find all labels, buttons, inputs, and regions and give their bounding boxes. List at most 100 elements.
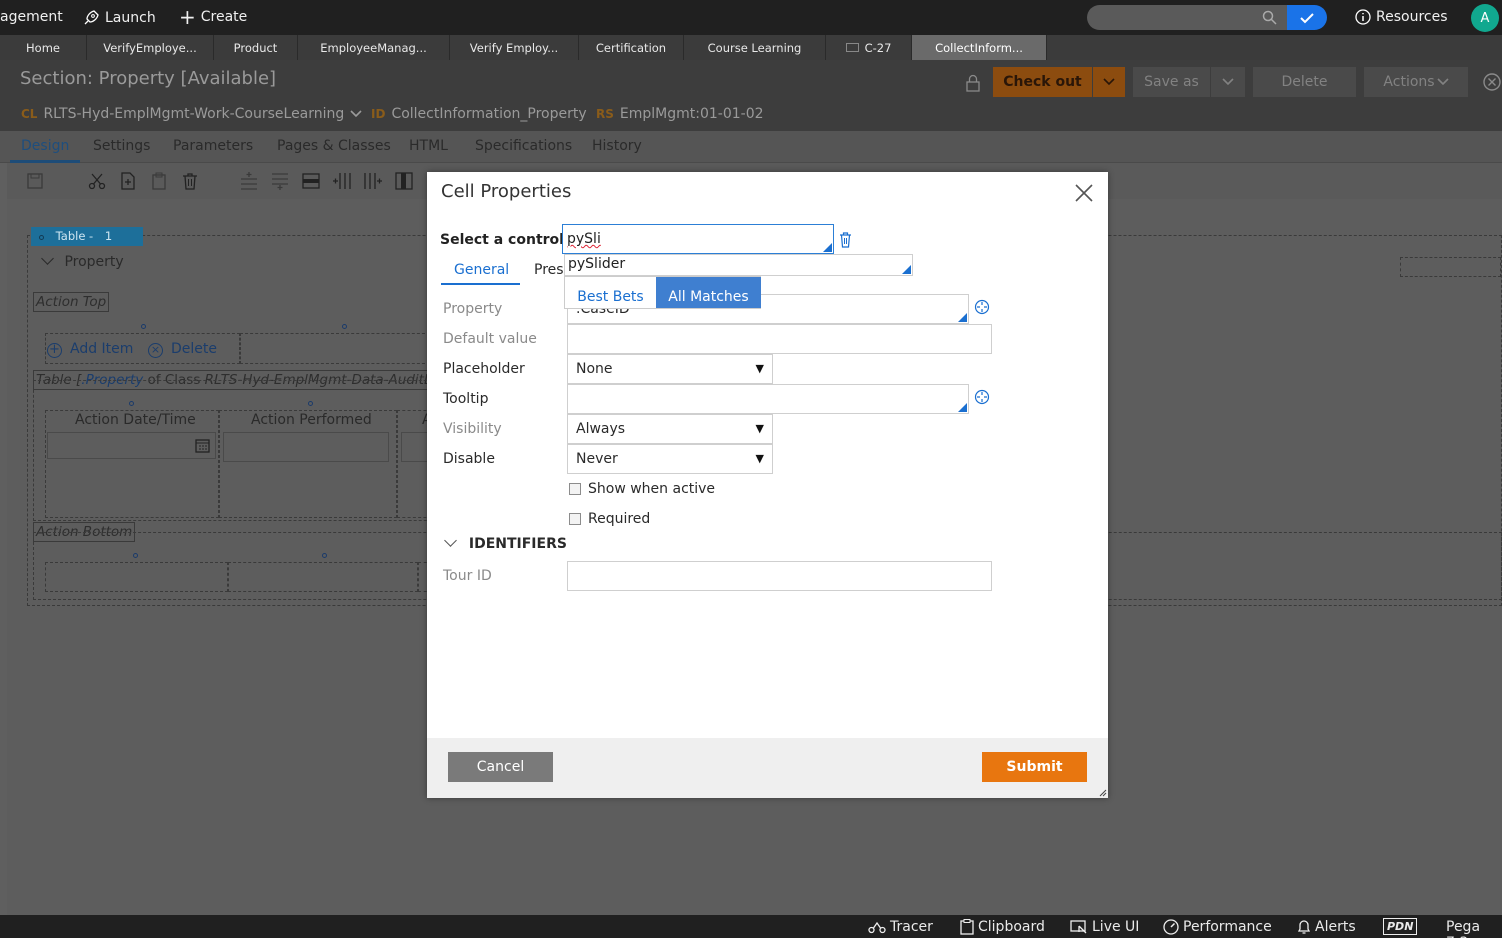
disable-select[interactable]: Never ▼ bbox=[567, 444, 773, 474]
save-icon[interactable] bbox=[25, 171, 45, 191]
date-time-field[interactable] bbox=[47, 432, 216, 459]
drop-point[interactable] bbox=[342, 324, 347, 329]
drop-point[interactable] bbox=[322, 553, 327, 558]
default-value-input[interactable] bbox=[567, 324, 992, 354]
check-out-button[interactable]: Check out bbox=[993, 67, 1092, 97]
visibility-select[interactable]: Always ▼ bbox=[567, 414, 773, 444]
tour-id-label: Tour ID bbox=[443, 568, 492, 584]
tab-html[interactable]: HTML bbox=[409, 138, 448, 154]
table-badge[interactable]: Table - 1 bbox=[31, 227, 143, 246]
delete-button[interactable]: Delete bbox=[1253, 67, 1356, 97]
tab-parameters[interactable]: Parameters bbox=[173, 138, 253, 154]
app-name-label[interactable]: agement bbox=[0, 9, 63, 25]
trash-icon[interactable] bbox=[838, 231, 853, 248]
drop-point[interactable] bbox=[133, 553, 138, 558]
chevron-down-icon bbox=[1103, 78, 1115, 86]
performance-button[interactable]: Performance bbox=[1163, 919, 1272, 935]
drop-point[interactable] bbox=[308, 401, 313, 406]
table-badge-label: Table - bbox=[55, 229, 94, 243]
resize-grip-icon[interactable] bbox=[1098, 788, 1107, 797]
action-bottom-cell-2[interactable] bbox=[228, 562, 418, 592]
autocomplete-suggestion[interactable]: pySlider bbox=[564, 254, 913, 276]
tab-presentation[interactable]: Pres bbox=[534, 262, 564, 278]
alerts-button[interactable]: Alerts bbox=[1297, 919, 1356, 935]
chevron-down-icon bbox=[1222, 78, 1234, 86]
calendar-icon[interactable] bbox=[195, 438, 210, 453]
rule-header: Section: Property [Available] Check out … bbox=[0, 60, 1502, 131]
tooltip-input[interactable] bbox=[567, 384, 969, 414]
search-input[interactable] bbox=[1087, 5, 1287, 30]
tab-history[interactable]: History bbox=[592, 138, 642, 154]
tab-certification[interactable]: Certification bbox=[579, 35, 684, 60]
select-control-input[interactable]: pySli bbox=[562, 224, 834, 254]
action-bottom-cell-1[interactable] bbox=[45, 562, 228, 592]
resources-menu[interactable]: Resources bbox=[1355, 9, 1448, 25]
tab-verify-employee[interactable]: Verify Employ... bbox=[450, 35, 579, 60]
delete-row-icon[interactable] bbox=[301, 171, 321, 191]
cl-tag: CL bbox=[21, 107, 38, 121]
default-value-label: Default value bbox=[443, 331, 537, 347]
insert-column-left-icon[interactable] bbox=[332, 171, 352, 191]
placeholder-select[interactable]: None ▼ bbox=[567, 354, 773, 384]
suggestion-label: pySlider bbox=[568, 256, 626, 272]
tab-product[interactable]: Product bbox=[214, 35, 298, 60]
live-ui-button[interactable]: Live UI bbox=[1070, 919, 1139, 935]
save-as-dropdown[interactable] bbox=[1211, 67, 1245, 97]
avatar[interactable]: A bbox=[1471, 4, 1499, 32]
drop-point[interactable] bbox=[129, 401, 134, 406]
id-tag: ID bbox=[371, 107, 386, 121]
cut-icon[interactable] bbox=[87, 171, 107, 191]
show-when-active-checkbox[interactable] bbox=[569, 483, 581, 495]
tab-settings[interactable]: Settings bbox=[93, 138, 150, 154]
paste-icon[interactable] bbox=[149, 171, 169, 191]
empty-cell[interactable] bbox=[1400, 257, 1501, 277]
close-icon[interactable] bbox=[1072, 181, 1096, 205]
drop-point[interactable] bbox=[141, 324, 146, 329]
actions-button[interactable]: Actions bbox=[1364, 67, 1468, 97]
cancel-button[interactable]: Cancel bbox=[448, 752, 553, 782]
tab-verifyemployee[interactable]: VerifyEmploye... bbox=[87, 35, 214, 60]
tab-specifications[interactable]: Specifications bbox=[475, 138, 572, 154]
trash-icon[interactable] bbox=[180, 171, 200, 191]
action-top-cell-2[interactable] bbox=[240, 333, 430, 364]
clipboard-button[interactable]: Clipboard bbox=[960, 919, 1045, 935]
required-checkbox[interactable] bbox=[569, 513, 581, 525]
chevron-down-icon[interactable] bbox=[350, 110, 362, 118]
tab-collectinformation[interactable]: CollectInform... bbox=[912, 35, 1047, 60]
tab-employeemanagement[interactable]: EmployeeManag... bbox=[298, 35, 450, 60]
tour-id-input[interactable] bbox=[567, 561, 992, 591]
crosshair-icon[interactable] bbox=[974, 389, 990, 405]
submit-button[interactable]: Submit bbox=[982, 752, 1087, 782]
action-performed-field[interactable] bbox=[223, 432, 389, 462]
class-name[interactable]: RLTS-Hyd-EmplMgmt-Work-CourseLearning bbox=[43, 106, 344, 122]
tab-pages-classes[interactable]: Pages & Classes bbox=[277, 138, 391, 154]
create-menu[interactable]: + Create bbox=[179, 7, 247, 27]
launch-menu[interactable]: Launch bbox=[82, 9, 156, 27]
crosshair-icon[interactable] bbox=[974, 299, 990, 315]
save-as-button[interactable]: Save as bbox=[1133, 67, 1210, 97]
ruleset-version[interactable]: EmplMgmt:01-01-02 bbox=[620, 106, 764, 122]
close-rule-icon[interactable] bbox=[1482, 72, 1502, 92]
add-item-link[interactable]: + Add Item bbox=[47, 341, 133, 358]
tab-design[interactable]: Design bbox=[21, 138, 69, 154]
tab-home[interactable]: Home bbox=[0, 35, 87, 60]
identifiers-section-header[interactable]: IDENTIFIERS bbox=[443, 534, 567, 552]
tab-all-matches[interactable]: All Matches bbox=[656, 277, 761, 308]
delete-column-icon[interactable] bbox=[394, 171, 414, 191]
tab-course-learning[interactable]: Course Learning bbox=[684, 35, 826, 60]
search-submit-button[interactable] bbox=[1287, 5, 1327, 30]
delete-item-link[interactable]: × Delete bbox=[148, 341, 217, 358]
property-header[interactable]: Property bbox=[41, 252, 124, 270]
insert-row-above-icon[interactable] bbox=[239, 171, 259, 191]
rocket-icon bbox=[84, 10, 99, 25]
tab-general[interactable]: General bbox=[454, 262, 509, 278]
tracer-button[interactable]: Tracer bbox=[868, 919, 933, 935]
tab-best-bets[interactable]: Best Bets bbox=[565, 277, 656, 308]
check-out-dropdown[interactable] bbox=[1093, 67, 1125, 97]
pdn-button[interactable]: PDN bbox=[1383, 918, 1418, 935]
copy-icon[interactable] bbox=[118, 171, 138, 191]
insert-row-below-icon[interactable] bbox=[270, 171, 290, 191]
tab-c27[interactable]: C-27 bbox=[826, 35, 912, 60]
autocomplete-corner-icon bbox=[958, 403, 967, 412]
insert-column-right-icon[interactable] bbox=[363, 171, 383, 191]
